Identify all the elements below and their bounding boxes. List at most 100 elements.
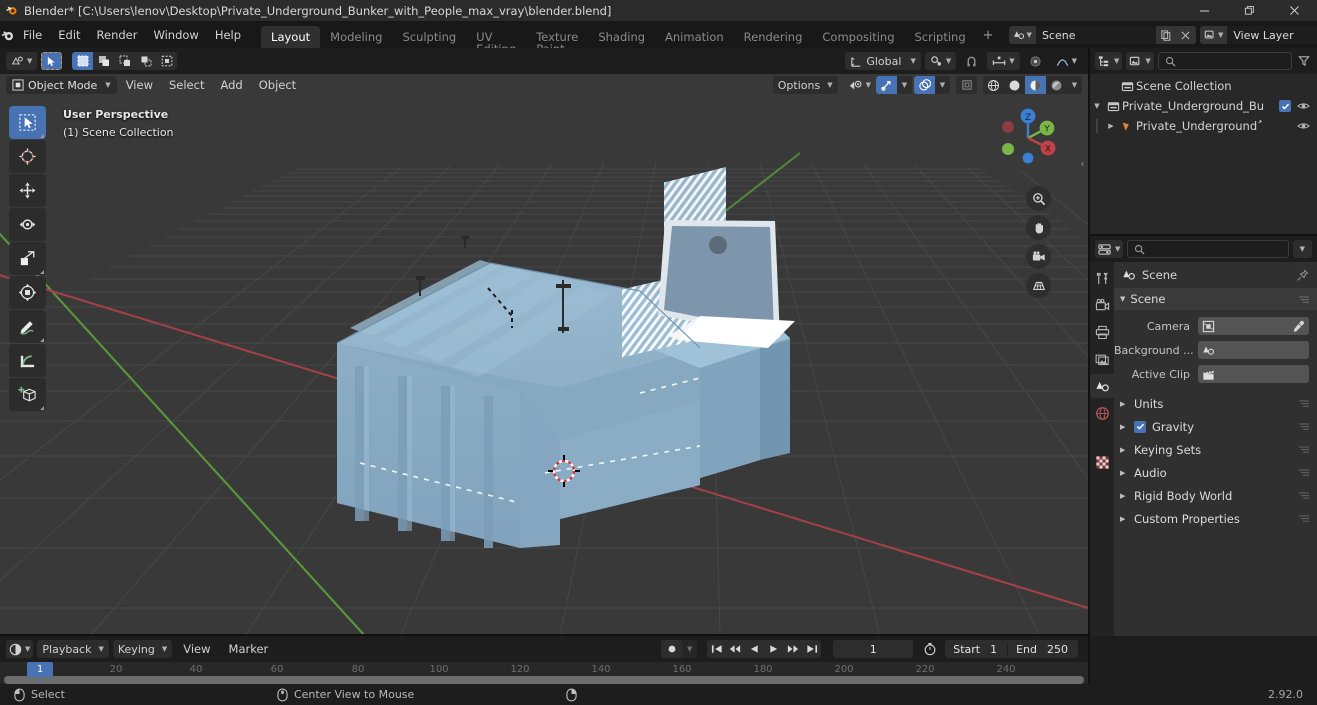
viewport-menu-add[interactable]: Add bbox=[213, 76, 249, 94]
keying-sets-section[interactable]: ▶ Keying Sets bbox=[1114, 438, 1317, 461]
pivot-point-selector[interactable]: ▼ bbox=[924, 52, 957, 70]
transform-tool[interactable] bbox=[9, 276, 46, 309]
tab-shading[interactable]: Shading bbox=[588, 26, 655, 48]
blender-menu-icon[interactable] bbox=[0, 28, 15, 43]
units-section[interactable]: ▶ Units bbox=[1114, 392, 1317, 415]
expand-triangle-down-icon[interactable]: ▼ bbox=[1090, 102, 1104, 110]
editor-type-selector[interactable]: ▼ bbox=[6, 52, 38, 70]
current-frame-field[interactable]: 1 bbox=[833, 640, 914, 658]
xray-toggle-button[interactable] bbox=[956, 76, 977, 94]
camera-field-input[interactable] bbox=[1198, 317, 1309, 335]
viewlayer-name-field[interactable]: View Layer bbox=[1227, 26, 1317, 44]
checker-texture-icon[interactable] bbox=[1090, 450, 1114, 474]
tab-scripting[interactable]: Scripting bbox=[905, 26, 976, 48]
tab-animation[interactable]: Animation bbox=[655, 26, 734, 48]
transform-orientation-selector[interactable]: Global ▼ bbox=[845, 52, 921, 70]
proportional-edit-icon[interactable] bbox=[1024, 52, 1047, 70]
timeline-editor-type-selector[interactable]: ▼ bbox=[6, 640, 34, 658]
outliner-row-scene-collection[interactable]: Scene Collection bbox=[1090, 76, 1317, 96]
properties-search-input[interactable] bbox=[1127, 240, 1289, 258]
timeline-menu-marker[interactable]: Marker bbox=[222, 640, 276, 658]
audio-section[interactable]: ▶ Audio bbox=[1114, 461, 1317, 484]
outliner-row-bunker-collection[interactable]: ▼ Private_Underground_Bu bbox=[1090, 96, 1317, 116]
scene-name-field[interactable]: Scene bbox=[1035, 26, 1156, 44]
tab-rendering[interactable]: Rendering bbox=[734, 26, 813, 48]
tab-sculpting[interactable]: Sculpting bbox=[392, 26, 466, 48]
hide-in-viewport-eye-icon[interactable] bbox=[1297, 121, 1311, 131]
end-frame-label[interactable]: End bbox=[1007, 642, 1045, 656]
navigation-gizmo[interactable]: Z Y X bbox=[990, 100, 1066, 176]
select-box-button[interactable] bbox=[72, 52, 94, 70]
pin-icon[interactable] bbox=[1296, 268, 1309, 282]
add-workspace-button[interactable]: + bbox=[976, 25, 1001, 46]
menu-edit[interactable]: Edit bbox=[50, 25, 88, 45]
zoom-icon[interactable] bbox=[1026, 186, 1051, 211]
jump-to-next-keyframe-button[interactable] bbox=[783, 640, 803, 658]
background-scene-field-input[interactable] bbox=[1198, 341, 1309, 359]
timeline-scrollbar[interactable] bbox=[0, 675, 1088, 684]
snap-target-selector[interactable]: ▼ bbox=[987, 52, 1020, 70]
custom-properties-section[interactable]: ▶ Custom Properties bbox=[1114, 507, 1317, 530]
use-preview-range-icon[interactable] bbox=[923, 642, 937, 656]
gizmo-toggle-button[interactable] bbox=[876, 76, 897, 94]
select-invert-button[interactable] bbox=[135, 52, 157, 70]
overlay-options-dropdown[interactable]: ▼ bbox=[935, 76, 950, 94]
material-preview-button[interactable] bbox=[1025, 76, 1046, 94]
gravity-checkbox[interactable] bbox=[1134, 420, 1146, 433]
eyedropper-icon[interactable] bbox=[1292, 320, 1305, 333]
viewport-menu-object[interactable]: Object bbox=[252, 76, 303, 94]
scene-panel-header[interactable]: ▼ Scene bbox=[1114, 288, 1317, 310]
rotate-tool[interactable] bbox=[9, 208, 46, 241]
close-button[interactable] bbox=[1272, 0, 1317, 22]
object-mode-selector[interactable]: Object Mode ▼ bbox=[6, 76, 117, 94]
jump-to-end-button[interactable] bbox=[802, 640, 822, 658]
jump-to-prev-keyframe-button[interactable] bbox=[726, 640, 746, 658]
images-icon[interactable] bbox=[1090, 347, 1114, 371]
camera-view-icon[interactable] bbox=[1026, 244, 1051, 269]
properties-editor-type-selector[interactable]: ▼ bbox=[1095, 240, 1124, 258]
rigid-body-world-section[interactable]: ▶ Rigid Body World bbox=[1114, 484, 1317, 507]
viewport-menu-select[interactable]: Select bbox=[162, 76, 211, 94]
solid-shading-button[interactable] bbox=[1004, 76, 1025, 94]
tab-uv-editing[interactable]: UV Editing bbox=[466, 26, 526, 55]
scene-unlink-button[interactable] bbox=[1175, 26, 1196, 44]
start-frame-value[interactable]: 1 bbox=[988, 643, 1007, 656]
auto-keying-options-dropdown[interactable]: ▼ bbox=[682, 640, 698, 658]
select-subtract-button[interactable] bbox=[114, 52, 136, 70]
render-camera-icon[interactable] bbox=[1090, 293, 1114, 317]
play-reverse-button[interactable] bbox=[745, 640, 765, 658]
tweak-select-tool[interactable] bbox=[9, 106, 46, 139]
auto-keying-toggle[interactable] bbox=[661, 640, 683, 658]
outliner-editor-type-selector[interactable]: ▼ bbox=[1095, 52, 1123, 70]
keying-menu[interactable]: Keying ▼ bbox=[112, 640, 173, 658]
tab-compositing[interactable]: Compositing bbox=[812, 26, 904, 48]
overlays-toggle-button[interactable] bbox=[914, 76, 935, 94]
gizmo-options-dropdown[interactable]: ▼ bbox=[897, 76, 912, 94]
annotate-tool[interactable] bbox=[9, 310, 46, 343]
properties-options-dropdown[interactable]: ▼ bbox=[1292, 240, 1312, 258]
minimize-button[interactable] bbox=[1182, 0, 1227, 22]
timeline-scroll-thumb[interactable] bbox=[4, 675, 1084, 684]
collection-enable-checkbox[interactable] bbox=[1279, 100, 1291, 112]
select-intersect-button[interactable] bbox=[156, 52, 178, 70]
playback-menu[interactable]: Playback ▼ bbox=[37, 640, 109, 658]
sidebar-collapse-arrow[interactable]: ‹ bbox=[1077, 156, 1088, 172]
tab-modeling[interactable]: Modeling bbox=[320, 26, 392, 48]
rendered-shading-button[interactable] bbox=[1046, 76, 1067, 94]
scene-new-button[interactable] bbox=[1155, 26, 1176, 44]
maximize-button[interactable] bbox=[1227, 0, 1272, 22]
visibility-eye-icon[interactable]: ▼ bbox=[846, 76, 874, 94]
options-dropdown[interactable]: Options ▼ bbox=[772, 76, 838, 94]
start-frame-label[interactable]: Start bbox=[945, 643, 988, 656]
jump-to-start-button[interactable] bbox=[707, 640, 727, 658]
snap-magnet-icon[interactable] bbox=[960, 52, 983, 70]
menu-help[interactable]: Help bbox=[207, 25, 249, 45]
proportional-falloff-selector[interactable]: ▼ bbox=[1051, 52, 1082, 70]
printer-icon[interactable] bbox=[1090, 320, 1114, 344]
active-clip-field-input[interactable] bbox=[1198, 365, 1309, 383]
perspective-toggle-icon[interactable] bbox=[1026, 273, 1051, 298]
timeline-menu-view[interactable]: View bbox=[176, 640, 217, 658]
select-extend-button[interactable] bbox=[93, 52, 115, 70]
outliner-search-input[interactable] bbox=[1157, 52, 1292, 70]
wireframe-shading-button[interactable] bbox=[983, 76, 1004, 94]
